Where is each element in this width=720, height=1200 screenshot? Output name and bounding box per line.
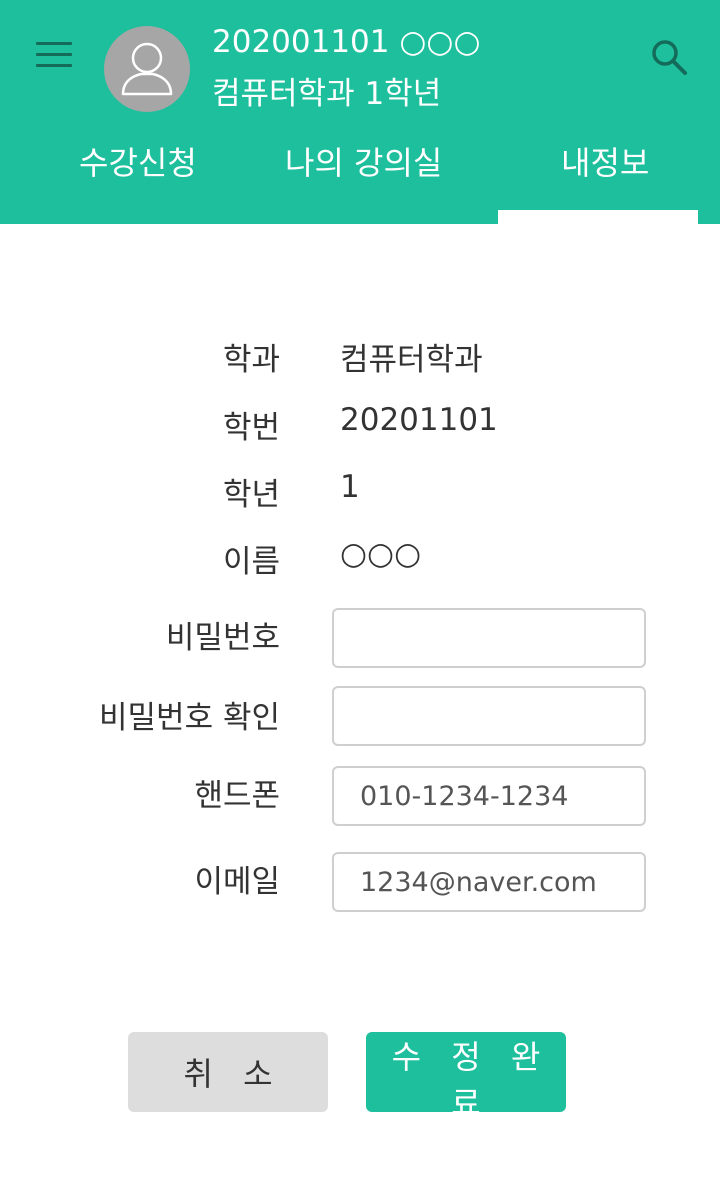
search-button[interactable] [648,36,690,78]
hamburger-menu-icon-line [36,64,72,67]
app-header: 202001101 ○○○ 컴퓨터학과 1학년 수강신청 나의 강의실 내정보 [0,0,720,224]
hamburger-menu-icon-line [36,53,72,56]
search-icon [652,40,687,75]
tab-course-registration[interactable]: 수강신청 [79,138,197,184]
phone-label: 핸드폰 [194,778,280,814]
avatar[interactable] [104,26,190,112]
tab-my-classroom[interactable]: 나의 강의실 [285,138,442,184]
password-field[interactable] [332,608,646,668]
hamburger-menu-icon-line [36,42,72,45]
student-id-name: 202001101 ○○○ [212,24,481,60]
name-label: 이름 [222,544,280,580]
menu-button[interactable] [34,40,74,70]
department-value: 컴퓨터학과 [340,342,483,378]
grade-value: 1 [340,469,360,505]
cancel-button[interactable]: 취 소 [128,1032,328,1112]
student-number-value: 20201101 [340,402,498,438]
name-value: ○○○ [340,536,422,572]
email-label: 이메일 [194,864,280,900]
submit-button[interactable]: 수 정 완 료 [366,1032,566,1122]
phone-field[interactable] [332,766,646,826]
grade-label: 학년 [222,477,280,513]
student-number-label: 학번 [222,410,280,446]
tab-my-info[interactable]: 내정보 [561,138,649,184]
password-confirm-field[interactable] [332,686,646,746]
password-label: 비밀번호 [165,620,280,656]
user-avatar-icon [121,42,173,96]
password-confirm-label: 비밀번호 확인 [99,700,280,736]
department-label: 학과 [222,342,280,378]
email-field[interactable] [332,852,646,912]
active-tab-indicator [498,210,698,224]
department-year: 컴퓨터학과 1학년 [212,76,442,112]
